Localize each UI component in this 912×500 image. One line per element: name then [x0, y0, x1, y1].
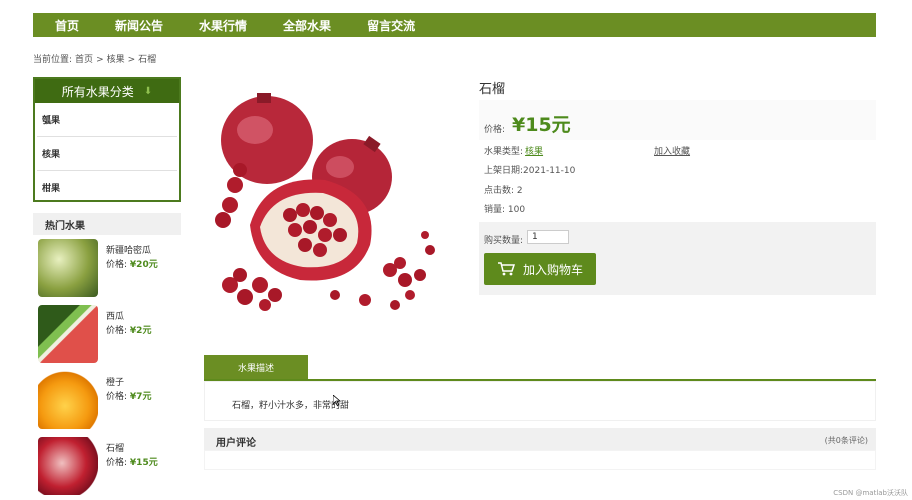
breadcrumb-category[interactable]: 核果: [107, 55, 125, 65]
hot-fruit-name: 橙子: [106, 378, 125, 388]
melon-image: [38, 239, 98, 297]
hot-fruit-price-row: 价格: ¥7元: [106, 389, 151, 402]
breadcrumb-current: 石榴: [138, 55, 157, 65]
sales-row: 销量: 100: [484, 202, 525, 215]
hot-fruit-name: 新疆哈密瓜: [106, 246, 152, 256]
quantity-input[interactable]: 1: [527, 230, 569, 244]
breadcrumb: 当前位置: 首页 > 核果 > 石榴: [33, 52, 159, 65]
category-item[interactable]: 核果: [37, 137, 177, 171]
clicks-row: 点击数: 2: [484, 183, 523, 196]
sales-value: 100: [507, 205, 526, 215]
price-box: 价格: ¥15元: [479, 100, 876, 140]
category-header: 所有水果分类 ⬇: [35, 79, 179, 103]
hot-fruit-item[interactable]: 橙子 价格: ¥7元: [33, 367, 181, 433]
hot-fruit-item[interactable]: 石榴 价格: ¥15元: [33, 433, 181, 499]
price-label: 价格:: [106, 260, 128, 270]
product-info: 价格: ¥15元 水果类型: 核果 加入收藏 上架日期:2021-11-10 点击…: [479, 100, 876, 295]
hot-fruit-price-row: 价格: ¥2元: [106, 323, 151, 336]
hot-fruits-title: 热门水果: [33, 213, 181, 235]
date-value: 2021-11-10: [523, 166, 576, 176]
nav-home[interactable]: 首页: [55, 17, 79, 34]
add-to-cart-button[interactable]: 加入购物车: [484, 253, 596, 285]
comments-count: (共0条评论): [824, 436, 868, 445]
nav-news[interactable]: 新闻公告: [115, 17, 163, 34]
hot-fruit-price: ¥2元: [129, 326, 152, 336]
price-label: 价格:: [484, 125, 506, 135]
tab-description[interactable]: 水果描述: [204, 355, 308, 379]
breadcrumb-home[interactable]: 首页: [75, 55, 93, 65]
arrow-down-icon: ⬇: [143, 85, 153, 97]
hot-fruit-price-row: 价格: ¥15元: [106, 455, 158, 468]
product-image: [215, 93, 435, 311]
hot-fruit-item[interactable]: 西瓜 价格: ¥2元: [33, 301, 181, 367]
comments-body: [204, 450, 876, 470]
hot-fruit-name: 西瓜: [106, 312, 125, 322]
comments-header: 用户评论 (共0条评论): [204, 428, 876, 450]
type-link[interactable]: 核果: [525, 147, 543, 157]
product-title: 石榴: [479, 82, 506, 97]
product-price: ¥15元: [512, 114, 571, 136]
category-title: 所有水果分类: [61, 84, 134, 99]
category-panel: 所有水果分类 ⬇ 瓠果 核果 柑果: [33, 77, 181, 202]
hot-fruits-panel: 热门水果 新疆哈密瓜 价格: ¥20元 西瓜 价格: ¥2元 橙子 价格: ¥7…: [33, 213, 181, 500]
nav-messages[interactable]: 留言交流: [367, 17, 415, 34]
mouse-cursor-icon: [333, 395, 341, 406]
breadcrumb-prefix: 当前位置:: [33, 55, 73, 65]
type-row: 水果类型: 核果: [484, 144, 543, 157]
hot-fruit-item[interactable]: 新疆哈密瓜 价格: ¥20元: [33, 235, 181, 301]
orange-image: [38, 371, 98, 429]
nav-market[interactable]: 水果行情: [199, 17, 247, 34]
hot-fruit-name: 石榴: [106, 444, 125, 454]
sales-label: 销量:: [484, 205, 506, 215]
date-row: 上架日期:2021-11-10: [484, 163, 575, 176]
buy-box: 购买数量: 1 加入购物车: [479, 222, 876, 295]
breadcrumb-sep: >: [127, 55, 136, 65]
hot-fruit-price: ¥15元: [129, 458, 158, 468]
pomegranate-image: [38, 437, 98, 495]
hot-fruit-price: ¥7元: [129, 392, 152, 402]
description-text: 石榴，籽小汁水多，非常的甜: [232, 401, 350, 411]
clicks-value: 2: [516, 186, 523, 196]
add-favorite-link[interactable]: 加入收藏: [654, 144, 690, 157]
hot-fruit-price-row: 价格: ¥20元: [106, 257, 158, 270]
category-item[interactable]: 瓠果: [37, 103, 177, 137]
price-label: 价格:: [106, 326, 128, 336]
comments-title: 用户评论: [216, 438, 256, 449]
date-label: 上架日期:: [484, 166, 524, 176]
nav-all-fruits[interactable]: 全部水果: [283, 17, 331, 34]
clicks-label: 点击数:: [484, 186, 515, 196]
breadcrumb-sep: >: [96, 55, 104, 65]
type-label: 水果类型:: [484, 147, 524, 157]
tab-bar: 水果描述: [204, 355, 876, 381]
watermark: CSDN @matlab沃沃队: [833, 489, 908, 497]
hot-fruit-price: ¥20元: [129, 260, 158, 270]
watermelon-image: [38, 305, 98, 363]
cart-icon: [497, 262, 515, 276]
description-panel: 石榴，籽小汁水多，非常的甜: [204, 381, 876, 421]
category-item[interactable]: 柑果: [37, 171, 177, 204]
price-label: 价格:: [106, 392, 128, 402]
top-nav: 首页 新闻公告 水果行情 全部水果 留言交流: [33, 13, 876, 37]
add-to-cart-label: 加入购物车: [522, 262, 583, 277]
price-label: 价格:: [106, 458, 128, 468]
qty-label: 购买数量:: [484, 236, 524, 246]
